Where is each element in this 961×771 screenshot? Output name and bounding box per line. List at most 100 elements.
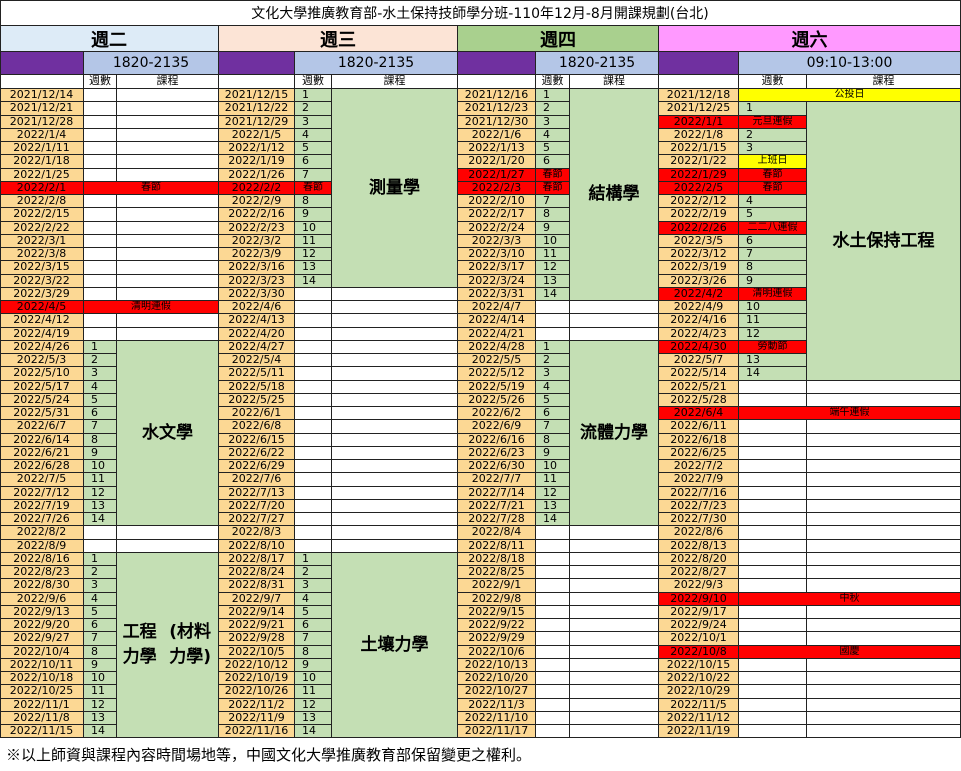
date-cell: 2022/1/18 xyxy=(0,155,84,169)
week-number: 11 xyxy=(536,473,570,487)
date-cell: 2022/7/6 xyxy=(219,473,295,487)
date-cell: 2022/9/28 xyxy=(219,632,295,646)
week-number xyxy=(739,473,807,487)
date-cell: 2022/4/21 xyxy=(458,328,536,341)
week-number: 13 xyxy=(295,712,332,725)
date-cell: 2022/9/15 xyxy=(458,606,536,619)
date-cell: 2022/3/24 xyxy=(458,275,536,288)
course-empty xyxy=(807,566,961,579)
day-header: 週三 xyxy=(219,26,458,52)
course-empty xyxy=(117,169,219,182)
week-number: 1 xyxy=(295,553,332,566)
course-subtitle-line: (材料力學) xyxy=(169,622,212,667)
week-number: 3 xyxy=(536,116,570,129)
date-cell: 2022/6/23 xyxy=(458,447,536,460)
course-block: 流體力學 xyxy=(570,341,659,526)
holiday-note: 公投日 xyxy=(739,89,961,102)
date-cell: 2022/3/17 xyxy=(458,261,536,275)
date-cell: 2021/12/25 xyxy=(659,102,739,116)
date-cell: 2022/8/23 xyxy=(0,566,84,579)
week-number: 7 xyxy=(84,632,117,646)
day-header: 週二 xyxy=(0,26,219,52)
week-number xyxy=(295,473,332,487)
week-number: 7 xyxy=(295,169,332,182)
week-number xyxy=(739,540,807,553)
week-number: 7 xyxy=(536,195,570,208)
course-empty xyxy=(570,553,659,566)
footer-note: ※以上師資與課程內容時間場地等，中國文化大學推廣教育部保留變更之權利。 xyxy=(6,746,532,764)
date-cell: 2022/1/1 xyxy=(659,116,739,129)
week-number xyxy=(84,540,117,553)
date-cell: 2022/10/27 xyxy=(458,685,536,699)
week-number xyxy=(295,447,332,460)
date-cell: 2022/10/25 xyxy=(0,685,84,699)
date-cell: 2022/9/10 xyxy=(659,593,739,606)
course-empty xyxy=(807,699,961,712)
week-number xyxy=(739,672,807,685)
course-empty xyxy=(117,116,219,129)
date-cell: 2022/8/20 xyxy=(659,553,739,566)
date-cell: 2022/6/15 xyxy=(219,434,295,447)
week-number: 6 xyxy=(536,407,570,420)
week-number xyxy=(536,619,570,632)
week-number xyxy=(295,354,332,367)
date-cell: 2022/8/6 xyxy=(659,526,739,540)
course-empty xyxy=(117,142,219,155)
course-empty xyxy=(807,460,961,473)
course-empty xyxy=(117,248,219,261)
course-empty xyxy=(332,513,458,526)
course-empty xyxy=(570,632,659,646)
holiday-note: 勞動節 xyxy=(739,341,807,354)
date-cell: 2022/7/9 xyxy=(659,473,739,487)
week-number xyxy=(739,725,807,738)
date-cell: 2022/3/16 xyxy=(219,261,295,275)
course-empty xyxy=(332,381,458,394)
week-number xyxy=(84,129,117,142)
date-cell: 2022/5/24 xyxy=(0,394,84,407)
date-cell: 2022/5/14 xyxy=(659,367,739,381)
date-cell: 2022/3/1 xyxy=(0,235,84,248)
date-cell: 2022/5/19 xyxy=(458,381,536,394)
week-number xyxy=(739,699,807,712)
week-number xyxy=(536,632,570,646)
subheader-course: 課程 xyxy=(570,75,659,89)
course-empty xyxy=(332,500,458,513)
date-cell: 2022/6/22 xyxy=(219,447,295,460)
date-cell: 2021/12/18 xyxy=(659,89,739,102)
course-empty xyxy=(117,155,219,169)
course-empty xyxy=(570,606,659,619)
date-cell: 2022/9/24 xyxy=(659,619,739,632)
week-number: 4 xyxy=(536,381,570,394)
week-number: 2 xyxy=(295,566,332,579)
week-number: 7 xyxy=(84,420,117,434)
week-number: 2 xyxy=(295,102,332,116)
date-cell: 2022/2/12 xyxy=(659,195,739,208)
date-cell: 2022/9/17 xyxy=(659,606,739,619)
week-number xyxy=(536,301,570,314)
week-number: 12 xyxy=(295,248,332,261)
date-cell: 2022/3/19 xyxy=(659,261,739,275)
holiday-note: 國慶 xyxy=(739,646,961,659)
week-number: 13 xyxy=(84,712,117,725)
date-cell: 2022/3/5 xyxy=(659,235,739,248)
date-cell: 2022/11/16 xyxy=(219,725,295,738)
date-cell: 2022/2/9 xyxy=(219,195,295,208)
week-number: 14 xyxy=(739,367,807,381)
week-number xyxy=(84,328,117,341)
date-cell: 2022/10/8 xyxy=(659,646,739,659)
date-cell: 2022/4/6 xyxy=(219,301,295,314)
week-number xyxy=(84,155,117,169)
course-empty xyxy=(807,487,961,500)
course-empty xyxy=(332,328,458,341)
date-cell: 2022/10/5 xyxy=(219,646,295,659)
date-cell: 2022/3/26 xyxy=(659,275,739,288)
date-cell: 2022/11/8 xyxy=(0,712,84,725)
date-cell: 2022/5/4 xyxy=(219,354,295,367)
time-spacer xyxy=(0,52,84,75)
week-number: 14 xyxy=(84,513,117,526)
course-empty xyxy=(807,381,961,394)
date-cell: 2022/10/26 xyxy=(219,685,295,699)
holiday-note: 元旦連假 xyxy=(739,116,807,129)
date-cell: 2022/2/24 xyxy=(458,222,536,235)
course-empty xyxy=(807,606,961,619)
